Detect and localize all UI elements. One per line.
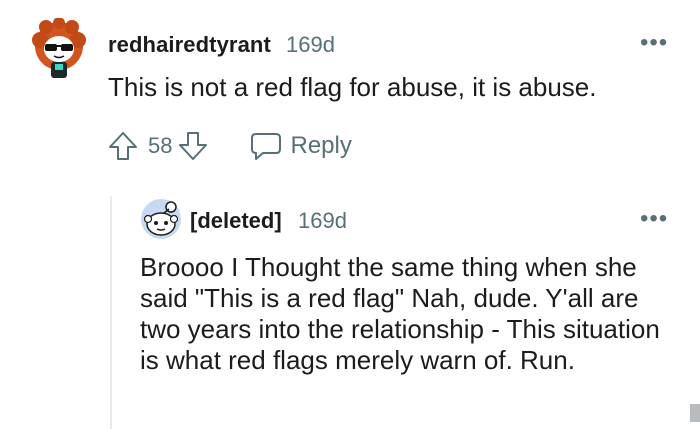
reply-button[interactable]: Reply <box>250 131 352 161</box>
comment-body: This is not a red flag for abuse, it is … <box>108 72 597 102</box>
comment-author[interactable]: redhairedtyrant <box>108 32 271 58</box>
comment-body: Broooo I Thought the same thing when she… <box>140 252 660 375</box>
thread-line[interactable] <box>110 196 112 429</box>
reply-label: Reply <box>290 132 352 159</box>
speech-bubble-icon <box>251 133 282 160</box>
deleted-user-avatar <box>141 199 181 239</box>
comment-author: [deleted] <box>190 208 282 233</box>
more-options-icon[interactable]: ••• <box>640 31 668 55</box>
scrollbar-thumb[interactable] <box>690 404 700 422</box>
more-options-icon[interactable]: ••• <box>640 207 668 231</box>
comment-actions: 58 Reply <box>108 128 352 164</box>
comment-age: 169d <box>298 208 347 233</box>
upvote-button[interactable] <box>108 130 138 162</box>
downvote-button[interactable] <box>178 130 208 162</box>
vote-score: 58 <box>148 133 173 158</box>
user-avatar[interactable] <box>28 18 90 80</box>
upvote-arrow-icon <box>109 132 137 160</box>
comment-age: 169d <box>286 32 335 57</box>
downvote-arrow-icon <box>179 132 208 160</box>
